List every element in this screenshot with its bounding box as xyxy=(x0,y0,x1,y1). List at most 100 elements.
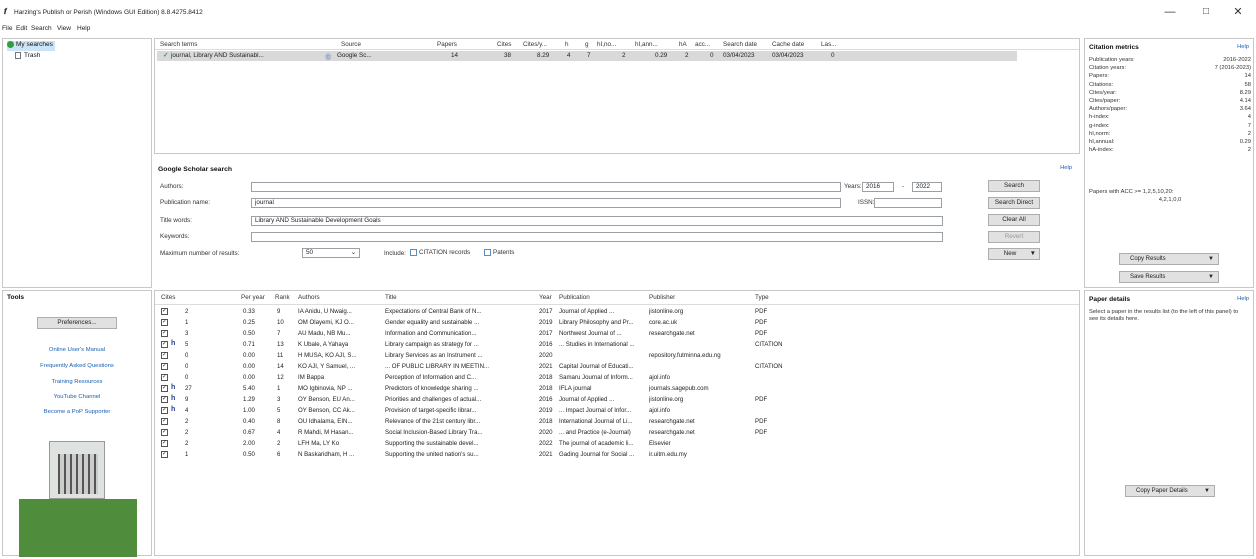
globe-icon xyxy=(7,41,14,48)
search-direct-button[interactable]: Search Direct xyxy=(988,197,1040,209)
paper-cites: 2 xyxy=(185,440,189,447)
paper-checkbox[interactable] xyxy=(161,384,168,392)
paper-checkbox[interactable] xyxy=(161,406,168,414)
paper-row[interactable]: 1 0.50 6 N Baskaridham, H ... Supporting the… xyxy=(155,450,1079,460)
help-link[interactable]: Help xyxy=(1237,44,1249,50)
column-header[interactable]: Cites/y... xyxy=(523,41,547,48)
youtube-link[interactable]: YouTube Channel xyxy=(3,394,151,400)
paper-checkbox[interactable] xyxy=(161,395,168,403)
paper-checkbox[interactable] xyxy=(161,351,168,359)
year-to-field[interactable]: 2022 xyxy=(912,182,942,192)
menu-search[interactable]: Search xyxy=(31,25,52,32)
column-header[interactable]: acc... xyxy=(695,41,710,48)
paper-checkbox[interactable] xyxy=(161,318,168,326)
paper-row[interactable]: 2 0.40 8 OU Idhalama, EIN... Relevance of th… xyxy=(155,417,1079,427)
column-header[interactable]: Per year xyxy=(241,294,265,301)
paper-checkbox[interactable] xyxy=(161,450,168,458)
column-header[interactable]: Year xyxy=(539,294,552,301)
paper-row[interactable]: 0 0.00 14 KO AJI, Y Samuel, ... ... OF PUBLI… xyxy=(155,362,1079,372)
paper-row[interactable]: 2 0.33 9 IA Anidu, U Nwaig... Expectations o… xyxy=(155,307,1079,317)
column-header[interactable]: Search terms xyxy=(160,41,197,48)
column-header[interactable]: hA xyxy=(679,41,687,48)
paper-row[interactable]: h 9 1.29 3 OY Benson, EU An... Priorities and… xyxy=(155,395,1079,405)
paper-peryear: 1.29 xyxy=(243,396,255,403)
paper-row[interactable]: 0 0.00 11 H MUSA, KO AJI, S... Library Servi… xyxy=(155,351,1079,361)
metric-label: g-index: xyxy=(1089,122,1110,129)
paper-cites: 0 xyxy=(185,352,189,359)
revert-button[interactable]: Revert xyxy=(988,231,1040,243)
column-header[interactable]: Source xyxy=(341,41,361,48)
preferences-button[interactable]: Preferences... xyxy=(37,317,117,329)
column-header[interactable]: Type xyxy=(755,294,769,301)
column-header[interactable]: Papers xyxy=(437,41,457,48)
manual-link[interactable]: Online User's Manual xyxy=(3,347,151,353)
publication-field[interactable]: journal xyxy=(251,198,841,208)
checkbox-icon xyxy=(484,249,491,256)
max-results-select[interactable]: 50 ⌄ xyxy=(302,248,360,258)
paper-authors: MO Igbinovia, NP ... xyxy=(298,385,353,392)
paper-row[interactable]: h 5 0.71 13 K Ubale, A Yahaya Library campaig… xyxy=(155,340,1079,350)
menu-file[interactable]: File xyxy=(2,25,12,32)
column-header[interactable]: Cites xyxy=(161,294,175,301)
paper-row[interactable]: 2 0.67 4 R Mahdi, M Hasan... Social Inclusio… xyxy=(155,428,1079,438)
tree-item-my-searches[interactable]: My searches xyxy=(7,41,55,51)
faq-link[interactable]: Frequently Asked Questions xyxy=(3,363,151,369)
paper-checkbox[interactable] xyxy=(161,329,168,337)
minimize-button[interactable]: — xyxy=(1160,6,1180,18)
citation-checkbox[interactable]: CITATION records xyxy=(410,249,470,256)
column-header[interactable]: Cache date xyxy=(772,41,804,48)
paper-row[interactable]: h 4 1.00 5 OY Benson, CC Ak... Provision of t… xyxy=(155,406,1079,416)
issn-field[interactable] xyxy=(874,198,942,208)
maximize-button[interactable]: □ xyxy=(1196,6,1216,18)
column-header[interactable]: Publication xyxy=(559,294,590,301)
menu-view[interactable]: View xyxy=(57,25,71,32)
authors-field[interactable] xyxy=(251,182,841,192)
book-cover-image[interactable] xyxy=(19,499,137,557)
copy-paper-details-button[interactable]: Copy Paper Details xyxy=(1125,485,1215,497)
paper-checkbox[interactable] xyxy=(161,428,168,436)
patents-checkbox[interactable]: Patents xyxy=(484,249,514,256)
paper-publisher: jistonline.org xyxy=(649,308,684,315)
column-header[interactable]: Authors xyxy=(298,294,320,301)
tree-item-trash[interactable]: Trash xyxy=(15,52,40,62)
close-button[interactable]: ✕ xyxy=(1228,6,1248,18)
paper-row[interactable]: 3 0.50 7 AU Madu, NB Mu... Information and C… xyxy=(155,329,1079,339)
paper-checkbox[interactable] xyxy=(161,340,168,348)
copy-results-button[interactable]: Copy Results xyxy=(1119,253,1219,265)
paper-checkbox[interactable] xyxy=(161,307,168,315)
help-link[interactable]: Help xyxy=(1060,165,1072,171)
menu-help[interactable]: Help xyxy=(77,25,90,32)
paper-authors: H MUSA, KO AJI, S... xyxy=(298,352,357,359)
paper-row[interactable]: 1 0.25 10 OM Olayemi, KJ O... Gender equalit… xyxy=(155,318,1079,328)
paper-authors: R Mahdi, M Hasan... xyxy=(298,429,354,436)
column-header[interactable]: Cites xyxy=(497,41,511,48)
column-header[interactable]: h xyxy=(565,41,569,48)
column-header[interactable]: Search date xyxy=(723,41,757,48)
paper-row[interactable]: 0 0.00 12 IM Bappa Perception of Information… xyxy=(155,373,1079,383)
supporter-link[interactable]: Become a PoP Supporter xyxy=(3,409,151,415)
paper-checkbox[interactable] xyxy=(161,362,168,370)
paper-year: 2020 xyxy=(539,352,553,359)
column-header[interactable]: hI,ann... xyxy=(635,41,658,48)
column-header[interactable]: Rank xyxy=(275,294,290,301)
menu-edit[interactable]: Edit xyxy=(16,25,27,32)
paper-checkbox[interactable] xyxy=(161,373,168,381)
search-button[interactable]: Search xyxy=(988,180,1040,192)
help-link[interactable]: Help xyxy=(1237,296,1249,302)
column-header[interactable]: g xyxy=(585,41,589,48)
keywords-field[interactable] xyxy=(251,232,943,242)
paper-checkbox[interactable] xyxy=(161,439,168,447)
new-button[interactable]: New ▼ xyxy=(988,248,1040,260)
column-header[interactable]: Publisher xyxy=(649,294,675,301)
paper-row[interactable]: 2 2.00 2 LFH Ma, LY Ko Supporting the sustai… xyxy=(155,439,1079,449)
column-header[interactable]: Las... xyxy=(821,41,836,48)
column-header[interactable]: hI,no... xyxy=(597,41,616,48)
title-words-field[interactable]: Library AND Sustainable Development Goal… xyxy=(251,216,943,226)
column-header[interactable]: Title xyxy=(385,294,397,301)
paper-row[interactable]: h 27 5.40 1 MO Igbinovia, NP ... Predictors o… xyxy=(155,384,1079,394)
save-results-button[interactable]: Save Results xyxy=(1119,271,1219,283)
paper-checkbox[interactable] xyxy=(161,417,168,425)
year-from-field[interactable]: 2016 xyxy=(862,182,894,192)
clear-all-button[interactable]: Clear All xyxy=(988,214,1040,226)
training-link[interactable]: Training Resources xyxy=(3,379,151,385)
